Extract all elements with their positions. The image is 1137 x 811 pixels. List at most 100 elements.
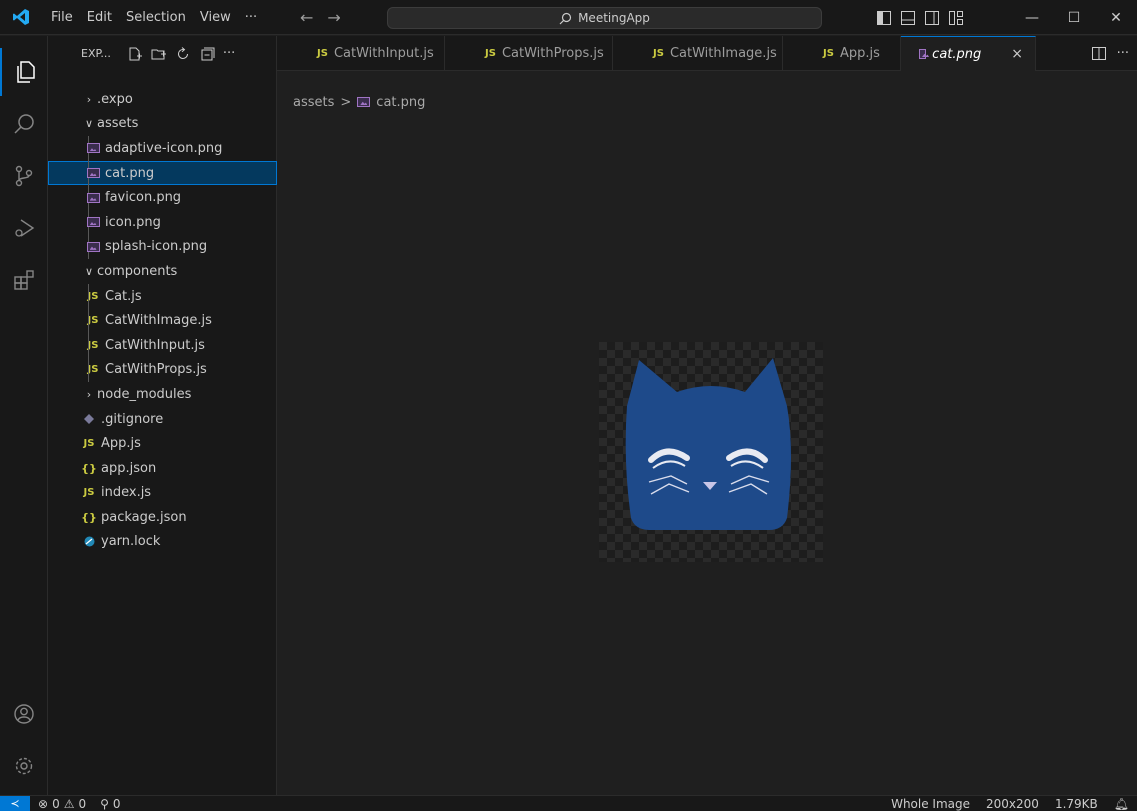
- tree-item[interactable]: .gitignore: [48, 407, 277, 432]
- tree-item[interactable]: ∨ assets: [48, 112, 277, 137]
- tree-item[interactable]: › node_modules: [48, 382, 277, 407]
- tree-item[interactable]: {} package.json: [48, 505, 277, 530]
- breadcrumb: assets > cat.png: [293, 92, 425, 112]
- new-file-icon[interactable]: [127, 46, 143, 62]
- image-file-icon: [85, 217, 101, 228]
- accounts-icon[interactable]: [0, 690, 48, 738]
- problems-indicator[interactable]: ⊗ 0 ⚠ 0 ⚲ 0: [38, 797, 121, 811]
- vscode-logo-icon: [10, 6, 32, 28]
- tree-item[interactable]: JS App.js: [48, 431, 277, 456]
- tree-item-label: Cat.js: [105, 288, 142, 304]
- tree-item[interactable]: icon.png: [48, 209, 277, 235]
- menu-edit[interactable]: Edit: [80, 0, 119, 35]
- chevron-down-icon: ∨: [84, 264, 94, 278]
- search-text: MeetingApp: [578, 11, 650, 25]
- close-window-icon[interactable]: ✕: [1095, 0, 1137, 35]
- tab-label: cat.png: [932, 46, 982, 62]
- tree-item[interactable]: JS CatWithInput.js: [48, 332, 277, 358]
- tree-item[interactable]: › .expo: [48, 87, 277, 112]
- tree-item-label: .gitignore: [101, 411, 164, 427]
- remote-indicator-icon[interactable]: ≺: [0, 795, 30, 811]
- tab-close-icon[interactable]: ×: [1011, 46, 1023, 62]
- tree-item[interactable]: JS index.js: [48, 481, 277, 506]
- tree-item-label: .expo: [97, 91, 133, 107]
- search-icon: [559, 12, 572, 24]
- minimize-icon[interactable]: —: [1011, 0, 1053, 35]
- tree-item[interactable]: yarn.lock: [48, 530, 277, 555]
- tree-item-label: icon.png: [105, 214, 161, 230]
- extensions-icon[interactable]: [0, 256, 48, 304]
- editor-tab[interactable]: cat.png ×: [901, 36, 1036, 71]
- new-folder-icon[interactable]: [151, 46, 167, 62]
- image-file-icon: [357, 97, 371, 107]
- tree-item[interactable]: adaptive-icon.png: [48, 136, 277, 161]
- editor-more-icon[interactable]: ···: [1117, 46, 1129, 61]
- tree-item[interactable]: ∨ components: [48, 259, 277, 284]
- cat-image-preview[interactable]: [599, 342, 823, 562]
- tree-item-label: CatWithProps.js: [105, 362, 207, 378]
- explorer-more-icon[interactable]: ···: [223, 46, 235, 61]
- chevron-right-icon: ›: [86, 92, 92, 106]
- menu-selection[interactable]: Selection: [119, 0, 193, 35]
- toggle-secondary-sidebar-icon[interactable]: [924, 10, 940, 26]
- tree-item-label: app.json: [101, 460, 157, 476]
- command-center-search[interactable]: MeetingApp: [387, 7, 822, 29]
- tree-item[interactable]: JS Cat.js: [48, 283, 277, 309]
- menu-view[interactable]: View: [193, 0, 238, 35]
- notifications-bell-icon[interactable]: 🔔︎: [1114, 797, 1129, 811]
- tree-item[interactable]: {} app.json: [48, 456, 277, 481]
- ports-icon: ⚲: [100, 796, 109, 811]
- back-arrow-icon[interactable]: ←: [300, 8, 313, 27]
- javascript-file-icon: JS: [317, 48, 328, 59]
- tree-item[interactable]: favicon.png: [48, 185, 277, 210]
- tree-item[interactable]: splash-icon.png: [48, 234, 277, 260]
- menu-more[interactable]: ···: [238, 0, 264, 35]
- split-editor-icon[interactable]: [1091, 46, 1107, 61]
- explorer-sidebar: EXP... ··· › .expo ∨ assets adaptive-icon.pn…: [48, 36, 277, 795]
- editor-tabs: JS CatWithInput.js JS CatWithProps.js JS CatW…: [277, 36, 1137, 71]
- source-control-icon[interactable]: [0, 152, 48, 200]
- file-tree: › .expo ∨ assets adaptive-icon.png cat.png fav…: [48, 87, 277, 554]
- error-icon: ⊗: [38, 796, 49, 811]
- search-sidebar-icon[interactable]: [0, 100, 48, 148]
- warning-count: 0: [78, 796, 87, 811]
- tree-item-label: index.js: [101, 485, 152, 501]
- menu-file[interactable]: File: [44, 0, 80, 35]
- explorer-icon[interactable]: [0, 48, 48, 96]
- tree-item[interactable]: JS CatWithImage.js: [48, 308, 277, 333]
- tree-item-label: CatWithInput.js: [105, 337, 205, 353]
- window-controls: — ☐ ✕: [1011, 0, 1137, 35]
- explorer-actions: ···: [127, 46, 235, 62]
- tree-item[interactable]: cat.png: [48, 160, 277, 186]
- tree-item-label: components: [97, 263, 178, 279]
- javascript-file-icon: JS: [823, 48, 834, 59]
- json-file-icon: {}: [81, 510, 97, 524]
- tab-label: CatWithImage.js: [669, 46, 777, 61]
- toggle-panel-icon[interactable]: [900, 10, 916, 26]
- tree-item-label: App.js: [101, 436, 141, 452]
- customize-layout-icon[interactable]: [948, 10, 964, 26]
- cat-head: [625, 358, 791, 530]
- maximize-icon[interactable]: ☐: [1053, 0, 1095, 35]
- image-file-icon: [85, 241, 101, 252]
- editor-tab[interactable]: JS CatWithImage.js: [613, 36, 783, 71]
- tree-item[interactable]: JS CatWithProps.js: [48, 357, 277, 383]
- zoom-level[interactable]: Whole Image: [891, 797, 970, 811]
- editor-tab[interactable]: JS CatWithInput.js: [277, 36, 445, 71]
- javascript-file-icon: JS: [83, 438, 95, 450]
- forward-arrow-icon[interactable]: →: [327, 8, 340, 27]
- editor-tab[interactable]: JS CatWithProps.js: [445, 36, 613, 71]
- breadcrumb-file[interactable]: cat.png: [376, 95, 425, 110]
- javascript-file-icon: JS: [485, 48, 496, 59]
- run-and-debug-icon[interactable]: [0, 204, 48, 252]
- collapse-all-icon[interactable]: [199, 46, 215, 62]
- ports-count: 0: [112, 796, 121, 811]
- breadcrumb-folder[interactable]: assets: [293, 95, 334, 110]
- explorer-title: EXP...: [81, 47, 111, 60]
- editor-tab[interactable]: JS App.js: [783, 36, 901, 71]
- editor-tab-tools: ···: [1091, 36, 1129, 71]
- menu-bar: File Edit Selection View ···: [44, 0, 264, 35]
- manage-gear-icon[interactable]: [0, 742, 48, 790]
- toggle-primary-sidebar-icon[interactable]: [876, 10, 892, 26]
- refresh-icon[interactable]: [175, 46, 191, 62]
